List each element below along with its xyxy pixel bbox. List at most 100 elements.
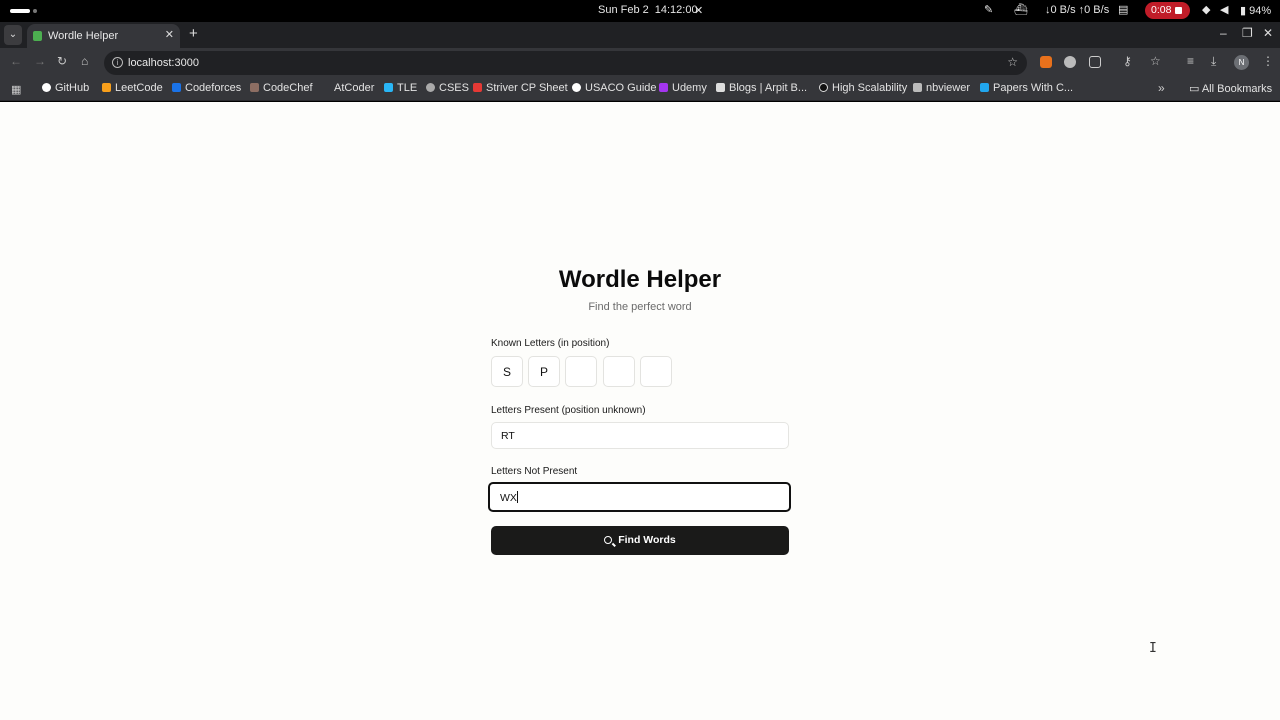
minimize-icon[interactable]: – [1220, 26, 1227, 40]
mouse-cursor: I [1149, 641, 1157, 656]
wifi-icon[interactable]: ◆ [1202, 3, 1210, 16]
home-icon[interactable]: ⌂ [81, 54, 88, 68]
bookmark-usaco[interactable]: USACO Guide [572, 82, 657, 94]
letters-absent-input[interactable]: WX [488, 482, 791, 512]
downloads-icon[interactable]: ⤓ [1211, 54, 1216, 69]
clipboard-icon[interactable]: ▤ [1118, 3, 1128, 16]
bookmark-star-icon[interactable]: ☆ [1007, 55, 1018, 69]
date-text: Sun Feb 2 [598, 4, 649, 16]
active-tab[interactable]: Wordle Helper ✕ [27, 24, 180, 48]
letters-present-input[interactable]: RT [491, 422, 789, 449]
apps-grid-icon[interactable]: ▦ [11, 83, 21, 96]
tle-icon [384, 83, 393, 92]
bookmark-leetcode[interactable]: LeetCode [102, 82, 163, 94]
extension-icon[interactable] [1064, 56, 1076, 68]
tab-search-button[interactable]: ⌄ [4, 25, 22, 45]
bookmark-striver[interactable]: Striver CP Sheet [473, 82, 568, 94]
leetcode-icon [102, 83, 111, 92]
nbviewer-icon [913, 83, 922, 92]
url-text: localhost:3000 [128, 57, 199, 69]
page-title: Wordle Helper [558, 266, 722, 293]
window-close-icon[interactable]: ✕ [1263, 26, 1273, 40]
papers-icon [980, 83, 989, 92]
forward-icon[interactable]: → [34, 54, 46, 68]
browser-toolbar: ← → ↻ ⌂ i localhost:3000 ☆ ⚷ ☆ ≡ ⤓ N ⋮ [0, 48, 1280, 78]
bookmark-high-scalability[interactable]: High Scalability [819, 82, 907, 94]
bookmark-label: CSES [439, 82, 469, 94]
bookmark-cses[interactable]: CSES [426, 82, 469, 94]
volume-icon[interactable]: ◀ [1220, 3, 1228, 16]
stop-icon[interactable] [1175, 7, 1182, 14]
letter-box-2[interactable]: P [528, 356, 560, 387]
notifications-off-icon: ✕ [694, 5, 704, 17]
letters-absent-label: Letters Not Present [491, 466, 578, 477]
bookmark-papers-with-code[interactable]: Papers With C... [980, 82, 1073, 94]
bookmark-github[interactable]: GitHub [42, 82, 89, 94]
bookmark-label: TLE [397, 82, 418, 94]
profile-avatar[interactable]: N [1234, 55, 1249, 70]
striver-icon [473, 83, 482, 92]
bookmark-label: High Scalability [832, 82, 908, 94]
address-bar[interactable]: i localhost:3000 ☆ [104, 51, 1027, 75]
reload-icon[interactable]: ↻ [57, 54, 67, 68]
time-text: 14:12:00 [654, 4, 698, 16]
tab-strip: ⌄ Wordle Helper ✕ + – ❐ ✕ [0, 22, 1280, 48]
tab-title: Wordle Helper [48, 30, 119, 42]
clock[interactable]: Sun Feb 2 14:12:00 [598, 4, 704, 16]
tab-close-icon[interactable]: ✕ [165, 28, 174, 41]
bookmark-label: GitHub [55, 82, 90, 94]
pen-icon[interactable]: ✎ [984, 3, 993, 16]
tab-favicon-icon [33, 31, 42, 41]
bookmarks-bar: ▦ GitHub LeetCode Codeforces CodeChef At… [0, 78, 1280, 101]
page-content: Wordle Helper Find the perfect word Know… [0, 102, 1280, 720]
network-speed: ↓0 B/s ↑0 B/s [1045, 4, 1110, 16]
bookmark-label: Codeforces [185, 82, 242, 94]
letters-absent-value: WX [500, 492, 517, 504]
metamask-extension-icon[interactable] [1040, 56, 1052, 68]
bookmark-codeforces[interactable]: Codeforces [172, 82, 241, 94]
new-tab-button[interactable]: + [189, 25, 198, 42]
restore-icon[interactable]: ❐ [1242, 26, 1253, 40]
recording-time: 0:08 [1151, 4, 1172, 16]
bookmark-blogs[interactable]: Blogs | Arpit B... [716, 82, 807, 94]
battery-percent: 94% [1249, 5, 1272, 17]
bookmark-label: CodeChef [263, 82, 313, 94]
letter-box-3[interactable] [565, 356, 597, 387]
puzzle-extensions-icon[interactable] [1089, 56, 1101, 68]
codeforces-icon [172, 83, 181, 92]
battery-status[interactable]: ▮ 94% [1240, 4, 1271, 17]
cses-icon [426, 83, 435, 92]
bookmarks-star-icon[interactable]: ☆ [1150, 54, 1161, 68]
blogs-icon [716, 83, 725, 92]
os-top-bar: Sun Feb 2 14:12:00 ✕ ✎ ⛴ ↓0 B/s ↑0 B/s ▤ … [0, 0, 1280, 22]
folder-icon: ▭ [1189, 83, 1202, 95]
bookmark-atcoder[interactable]: AtCoder [334, 82, 374, 94]
bookmark-nbviewer[interactable]: nbviewer [913, 82, 970, 94]
more-bookmarks-chevron-icon[interactable]: » [1158, 81, 1165, 95]
bookmark-label: USACO Guide [585, 82, 657, 94]
site-info-icon[interactable]: i [112, 57, 123, 68]
letter-box-4[interactable] [603, 356, 635, 387]
bookmark-label: LeetCode [115, 82, 163, 94]
high-scalability-icon [819, 83, 828, 92]
bookmark-label: AtCoder [334, 82, 375, 94]
bookmark-tle[interactable]: TLE [384, 82, 417, 94]
bookmark-codechef[interactable]: CodeChef [250, 82, 313, 94]
find-words-button[interactable]: Find Words [491, 526, 789, 555]
password-key-icon[interactable]: ⚷ [1123, 54, 1132, 68]
letters-present-value: RT [501, 430, 515, 442]
all-bookmarks[interactable]: ▭ All Bookmarks [1189, 82, 1272, 95]
screen-recording-indicator[interactable]: 0:08 [1145, 2, 1190, 19]
bookmark-label: Striver CP Sheet [486, 82, 568, 94]
docker-icon[interactable]: ⛴ [1014, 3, 1028, 16]
letter-box-5[interactable] [640, 356, 672, 387]
more-menu-icon[interactable]: ⋮ [1262, 54, 1274, 68]
workspace-dot [33, 9, 37, 13]
letter-box-1[interactable]: S [491, 356, 523, 387]
back-icon[interactable]: ← [10, 54, 22, 68]
bookmark-udemy[interactable]: Udemy [659, 82, 707, 94]
bookmark-label: Blogs | Arpit B... [729, 82, 808, 94]
bookmark-label: nbviewer [926, 82, 971, 94]
reading-list-icon[interactable]: ≡ [1187, 54, 1194, 68]
activities-indicator[interactable] [10, 9, 30, 13]
